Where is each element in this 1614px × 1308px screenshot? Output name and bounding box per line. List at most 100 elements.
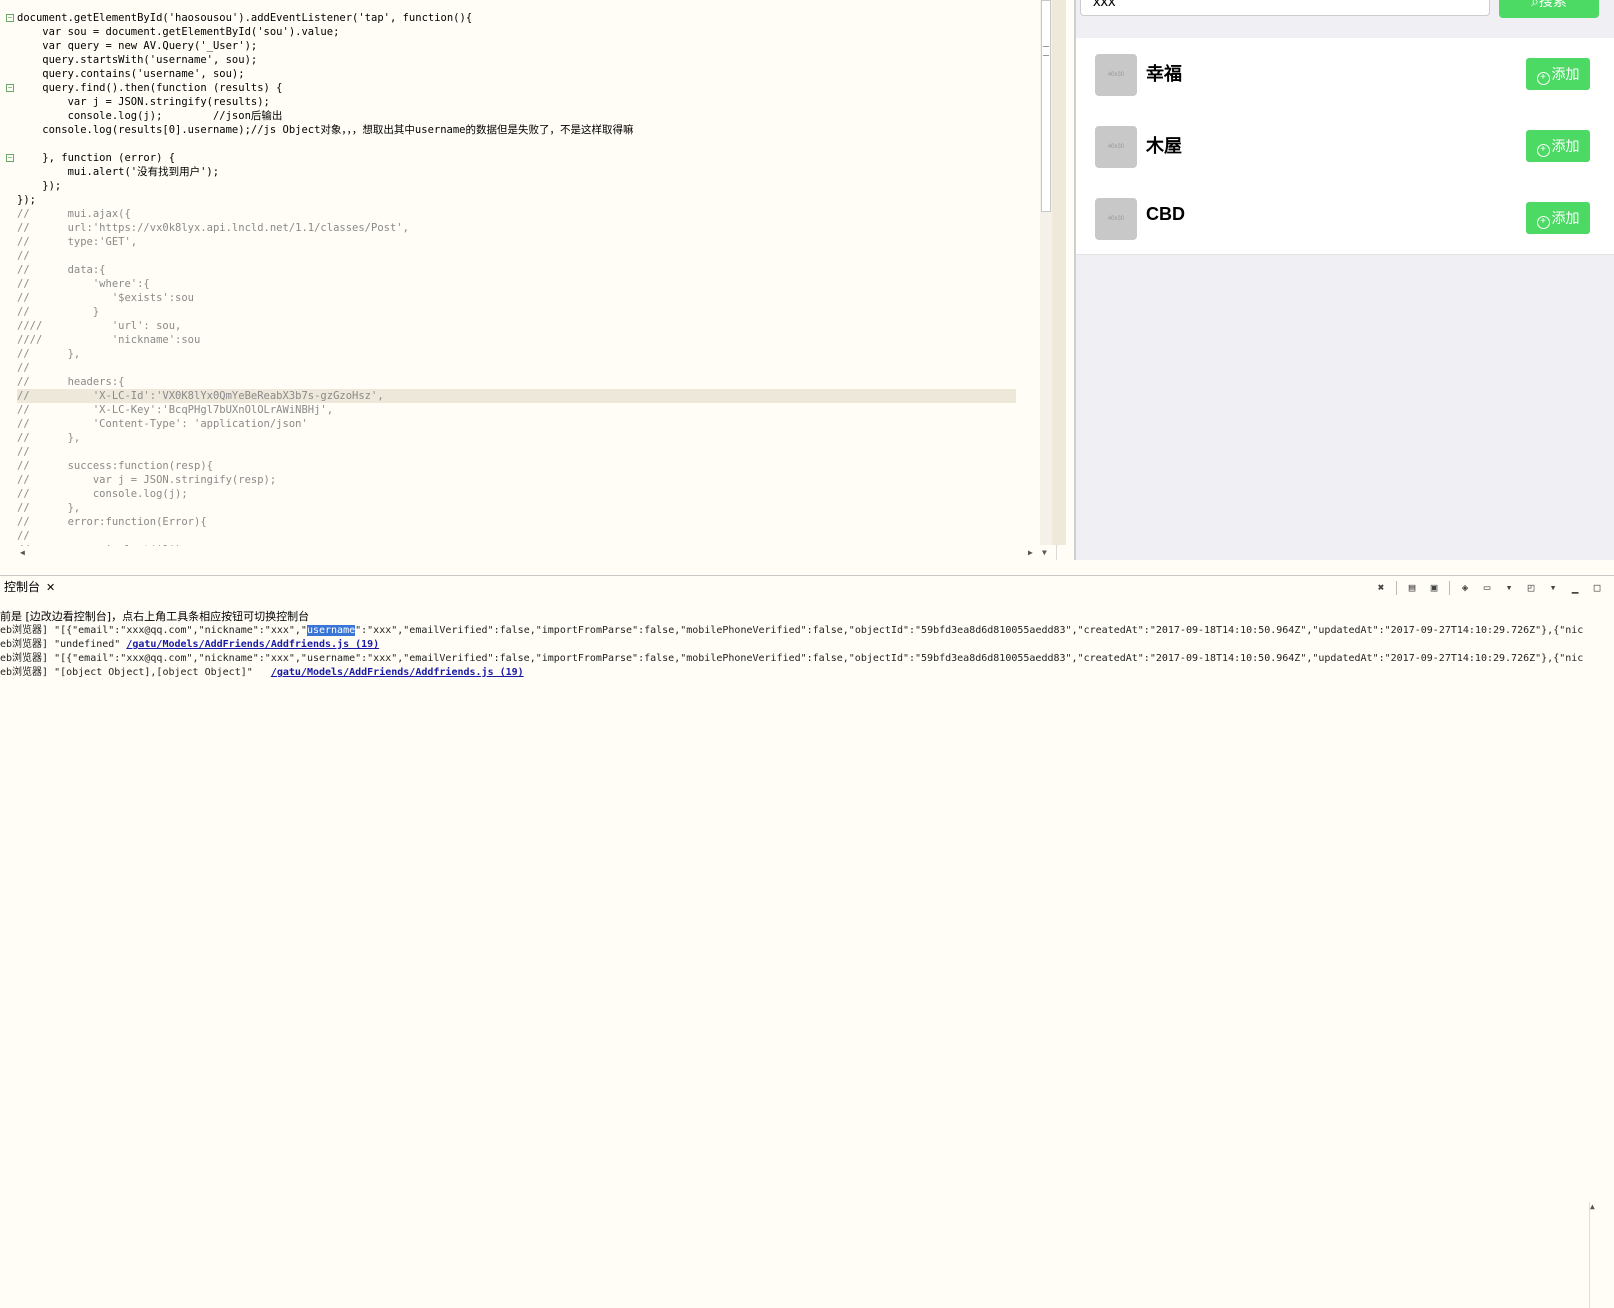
scroll-right-arrow-icon[interactable]: ▶ bbox=[1028, 548, 1033, 557]
avatar: 40x30 bbox=[1095, 126, 1137, 168]
search-button-label: 搜索 bbox=[1538, 0, 1567, 9]
code-line[interactable] bbox=[17, 137, 1016, 151]
code-line[interactable]: var sou = document.getElementById('sou')… bbox=[17, 25, 1016, 39]
close-icon[interactable]: ✕ bbox=[46, 581, 55, 594]
scrollbar-grip-icon bbox=[1043, 46, 1049, 56]
code-line[interactable]: //// 'url': sou, bbox=[17, 319, 1016, 333]
fold-toggle-icon[interactable]: − bbox=[6, 154, 14, 162]
code-line[interactable]: // }, bbox=[17, 347, 1016, 361]
code-line[interactable]: query.find().then(function (results) { bbox=[17, 81, 1016, 95]
code-line[interactable]: // bbox=[17, 529, 1016, 543]
code-line[interactable]: }, function (error) { bbox=[17, 151, 1016, 165]
add-icon: + bbox=[1536, 144, 1550, 157]
clear-console-icon[interactable]: ✖ bbox=[1374, 581, 1388, 595]
add-button-label: 添加 bbox=[1551, 210, 1580, 226]
code-line[interactable]: // var j = JSON.stringify(resp); bbox=[17, 473, 1016, 487]
display-console-icon[interactable]: ▭ bbox=[1480, 581, 1494, 595]
friend-item: 40x30 木屋 + 添加 bbox=[1076, 110, 1614, 183]
console-line-text: eb浏览器] "[object Object],[object Object]" bbox=[0, 667, 271, 678]
code-line[interactable]: // } bbox=[17, 305, 1016, 319]
code-line[interactable]: // bbox=[17, 445, 1016, 459]
friend-name: CBD bbox=[1146, 204, 1185, 224]
add-button-label: 添加 bbox=[1551, 138, 1580, 154]
horizontal-scrollbar[interactable] bbox=[0, 546, 1040, 558]
console-tab-label: 控制台 bbox=[4, 580, 41, 594]
scroll-up-arrow-icon[interactable]: ▲ bbox=[1590, 1202, 1595, 1211]
console-line-text: ":"xxx","emailVerified":false,"importFro… bbox=[355, 625, 1584, 636]
code-line[interactable]: // 'Content-Type': 'application/json' bbox=[17, 417, 1016, 431]
code-line[interactable]: document.getElementById('haosousou').add… bbox=[17, 11, 1016, 25]
scroll-down-arrow-icon[interactable]: ▼ bbox=[1042, 548, 1047, 557]
code-line[interactable]: console.log(results[0].username);//js Ob… bbox=[17, 123, 1016, 137]
pin-icon[interactable]: ◈ bbox=[1458, 581, 1472, 595]
friend-item: 40x30 CBD + 添加 bbox=[1076, 182, 1614, 255]
code-line[interactable]: //// 'nickname':sou bbox=[17, 333, 1016, 347]
maximize-icon[interactable]: □ bbox=[1590, 581, 1604, 595]
code-line[interactable]: // url:'https://vx0k8lyx.api.lncld.net/1… bbox=[17, 221, 1016, 235]
scroll-lock-icon[interactable]: ▤ bbox=[1405, 581, 1419, 595]
code-line[interactable]: // success:function(resp){ bbox=[17, 459, 1016, 473]
code-editor[interactable]: − − − document.getElementById('haosousou')… bbox=[0, 0, 1057, 560]
code-line[interactable]: query.startsWith('username', sou); bbox=[17, 53, 1016, 67]
code-line[interactable]: // '$exists':sou bbox=[17, 291, 1016, 305]
avatar: 40x30 bbox=[1095, 54, 1137, 96]
code-line[interactable]: // }, bbox=[17, 431, 1016, 445]
vertical-scrollbar-thumb[interactable] bbox=[1041, 0, 1051, 212]
console-line-text: eb浏览器] "[{"email":"xxx@qq.com","nickname… bbox=[0, 625, 307, 636]
add-friend-button[interactable]: + 添加 bbox=[1526, 58, 1590, 90]
source-link[interactable]: /gatu/Models/AddFriends/Addfriends.js (1… bbox=[271, 667, 524, 678]
minimize-icon[interactable]: ▁ bbox=[1568, 581, 1582, 595]
add-friend-button[interactable]: + 添加 bbox=[1526, 202, 1590, 234]
code-line[interactable]: // error:function(Error){ bbox=[17, 515, 1016, 529]
code-line[interactable]: var query = new AV.Query('_User'); bbox=[17, 39, 1016, 53]
add-icon: + bbox=[1536, 72, 1550, 85]
code-line[interactable]: // bbox=[17, 249, 1016, 263]
editor-gutter: − − − bbox=[0, 0, 14, 545]
friend-name: 木屋 bbox=[1146, 136, 1182, 156]
add-friend-button[interactable]: + 添加 bbox=[1526, 130, 1590, 162]
lock-icon[interactable]: ▣ bbox=[1427, 581, 1441, 595]
new-console-icon[interactable]: ◰ bbox=[1524, 581, 1538, 595]
search-button[interactable]: ⌕搜索 bbox=[1499, 0, 1599, 18]
console-scrollbar[interactable]: ▲ bbox=[1589, 1202, 1600, 1308]
code-line[interactable]: // }, bbox=[17, 501, 1016, 515]
code-line[interactable]: // bbox=[17, 361, 1016, 375]
code-line[interactable]: console.log(j); //json后输出 bbox=[17, 109, 1016, 123]
avatar: 40x30 bbox=[1095, 198, 1137, 240]
code-line[interactable]: mui.alert('没有找到用户'); bbox=[17, 165, 1016, 179]
console-line: eb浏览器] "[{"email":"xxx@qq.com","nickname… bbox=[0, 652, 1584, 666]
code-line[interactable]: query.contains('username', sou); bbox=[17, 67, 1016, 81]
toolbar-divider bbox=[1449, 581, 1450, 595]
tab-console[interactable]: 控制台 ✕ bbox=[0, 578, 56, 596]
console-line-text: eb浏览器] "undefined" bbox=[0, 639, 127, 650]
add-icon: + bbox=[1536, 216, 1550, 229]
code-line[interactable]: // 'X-LC-Key':'BcqPHgl7bUXnOlOLrAWiNBHj'… bbox=[17, 403, 1016, 417]
console-line-text: eb浏览器] "[{"email":"xxx@qq.com","nickname… bbox=[0, 653, 1584, 664]
fold-toggle-icon[interactable]: − bbox=[6, 14, 14, 22]
code-line[interactable]: // console.log(j); bbox=[17, 487, 1016, 501]
console-line: eb浏览器] "[{"email":"xxx@qq.com","nickname… bbox=[0, 624, 1584, 638]
code-line[interactable]: // 'X-LC-Id':'VX0K8lYx0QmYeBeReabX3b7s-g… bbox=[17, 389, 1016, 403]
console-message: 前是 [边改边看控制台]，点右上角工具条相应按钮可切换控制台 bbox=[0, 610, 310, 623]
search-input[interactable]: xxx bbox=[1080, 0, 1490, 16]
console-toolbar: ✖ ▤ ▣ ◈ ▭ ▾ ◰ ▾ ▁ □ bbox=[1374, 580, 1604, 596]
overview-ruler bbox=[1052, 0, 1066, 545]
add-button-label: 添加 bbox=[1551, 66, 1580, 82]
code-line[interactable]: // headers:{ bbox=[17, 375, 1016, 389]
code-line[interactable]: // data:{ bbox=[17, 263, 1016, 277]
dropdown-icon[interactable]: ▾ bbox=[1502, 581, 1516, 595]
phone-preview: xxx ⌕搜索 40x30 幸福 + 添加 40x30 木屋 + 添加 40x30 CBD + 添加 bbox=[1074, 0, 1614, 560]
fold-toggle-icon[interactable]: − bbox=[6, 84, 14, 92]
dropdown-icon[interactable]: ▾ bbox=[1546, 581, 1560, 595]
code-line[interactable]: // 'where':{ bbox=[17, 277, 1016, 291]
source-link[interactable]: /gatu/Models/AddFriends/Addfriends.js (1… bbox=[126, 639, 379, 650]
search-bar: xxx ⌕搜索 bbox=[1076, 0, 1614, 39]
code-line[interactable]: // mui.ajax({ bbox=[17, 207, 1016, 221]
code-line[interactable]: }); bbox=[17, 193, 1016, 207]
code-line[interactable]: }); bbox=[17, 179, 1016, 193]
scroll-left-arrow-icon[interactable]: ◀ bbox=[20, 548, 25, 557]
code-line[interactable]: var j = JSON.stringify(results); bbox=[17, 95, 1016, 109]
code-line[interactable]: // type:'GET', bbox=[17, 235, 1016, 249]
code-area[interactable]: document.getElementById('haosousou').add… bbox=[17, 11, 1016, 557]
console-line: eb浏览器] "[object Object],[object Object]"… bbox=[0, 666, 1584, 680]
